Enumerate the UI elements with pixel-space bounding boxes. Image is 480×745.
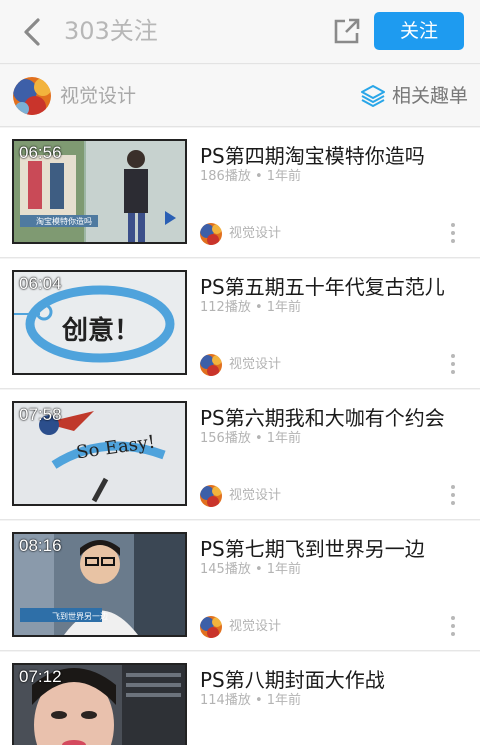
video-title[interactable]: PS第八期封面大作战 xyxy=(200,666,385,694)
more-options-icon[interactable] xyxy=(446,220,460,246)
video-title[interactable]: PS第七期飞到世界另一边 xyxy=(200,535,425,563)
video-thumbnail[interactable]: 创意！ 06:04 xyxy=(12,270,187,375)
video-title[interactable]: PS第五期五十年代复古范儿 xyxy=(200,273,445,301)
author-name[interactable]: 视觉设计 xyxy=(229,486,281,506)
thumbnail-caption: 淘宝模特你造吗 xyxy=(36,217,92,226)
video-item[interactable]: So Easy! 07:58 PS第六期我和大咖有个约会 156播放 • 1年前… xyxy=(0,390,480,520)
video-thumbnail[interactable]: 07:12 xyxy=(12,663,187,745)
video-thumbnail[interactable]: So Easy! 07:58 xyxy=(12,401,187,506)
meta-separator: • xyxy=(254,169,263,184)
top-bar: 303关注 关注 xyxy=(0,0,480,64)
video-age: 1年前 xyxy=(266,300,302,315)
author-name[interactable]: 视觉设计 xyxy=(229,617,281,637)
meta-separator: • xyxy=(254,431,263,446)
video-meta: 114播放 • 1年前 xyxy=(200,692,301,710)
video-item[interactable]: 飞到世界另一边 08:16 PS第七期飞到世界另一边 145播放 • 1年前 视… xyxy=(0,521,480,651)
related-lists-label: 相关趣单 xyxy=(392,85,469,107)
more-options-icon[interactable] xyxy=(446,351,460,377)
video-meta: 186播放 • 1年前 xyxy=(200,168,301,186)
author-avatar[interactable] xyxy=(200,354,222,376)
meta-separator: • xyxy=(254,693,263,708)
thumbnail-caption: 飞到世界另一边 xyxy=(52,612,108,621)
author-avatar[interactable] xyxy=(200,223,222,245)
video-thumbnail[interactable]: 飞到世界另一边 08:16 xyxy=(12,532,187,637)
meta-separator: • xyxy=(254,562,263,577)
video-duration: 06:04 xyxy=(19,274,62,293)
video-age: 1年前 xyxy=(266,169,302,184)
video-duration: 07:58 xyxy=(19,405,62,424)
video-item[interactable]: 07:12 PS第八期封面大作战 114播放 • 1年前 xyxy=(0,652,480,745)
video-age: 1年前 xyxy=(266,562,302,577)
video-title[interactable]: PS第四期淘宝模特你造吗 xyxy=(200,142,425,170)
video-age: 1年前 xyxy=(266,693,302,708)
video-meta: 112播放 • 1年前 xyxy=(200,299,301,317)
video-item[interactable]: 06:56 淘宝模特你造吗 PS第四期淘宝模特你造吗 186播放 • 1年前 视… xyxy=(0,128,480,258)
video-duration: 08:16 xyxy=(19,536,62,555)
play-count: 156播放 xyxy=(200,431,251,446)
video-meta: 145播放 • 1年前 xyxy=(200,561,301,579)
video-thumbnail[interactable]: 06:56 淘宝模特你造吗 xyxy=(12,139,187,244)
chevron-left-icon[interactable] xyxy=(18,16,46,48)
channel-name[interactable]: 视觉设计 xyxy=(60,83,136,109)
video-duration: 07:12 xyxy=(19,667,62,686)
channel-avatar[interactable] xyxy=(13,77,51,115)
video-title[interactable]: PS第六期我和大咖有个约会 xyxy=(200,404,445,432)
channel-bar: 视觉设计 相关趣单 xyxy=(0,65,480,127)
share-icon[interactable] xyxy=(332,16,362,46)
author-name[interactable]: 视觉设计 xyxy=(229,355,281,375)
play-count: 186播放 xyxy=(200,169,251,184)
more-options-icon[interactable] xyxy=(446,482,460,508)
video-meta: 156播放 • 1年前 xyxy=(200,430,301,448)
more-options-icon[interactable] xyxy=(446,613,460,639)
video-item[interactable]: 创意！ 06:04 PS第五期五十年代复古范儿 112播放 • 1年前 视觉设计 xyxy=(0,259,480,389)
follow-button[interactable]: 关注 xyxy=(374,12,464,50)
layers-icon xyxy=(361,85,385,107)
play-count: 114播放 xyxy=(200,693,251,708)
thumbnail-caption: 创意！ xyxy=(62,316,141,346)
author-avatar[interactable] xyxy=(200,485,222,507)
play-count: 145播放 xyxy=(200,562,251,577)
author-avatar[interactable] xyxy=(200,616,222,638)
video-duration: 06:56 xyxy=(19,143,62,162)
play-count: 112播放 xyxy=(200,300,251,315)
author-name[interactable]: 视觉设计 xyxy=(229,224,281,244)
video-age: 1年前 xyxy=(266,431,302,446)
page-title: 303关注 xyxy=(64,17,158,45)
meta-separator: • xyxy=(254,300,263,315)
